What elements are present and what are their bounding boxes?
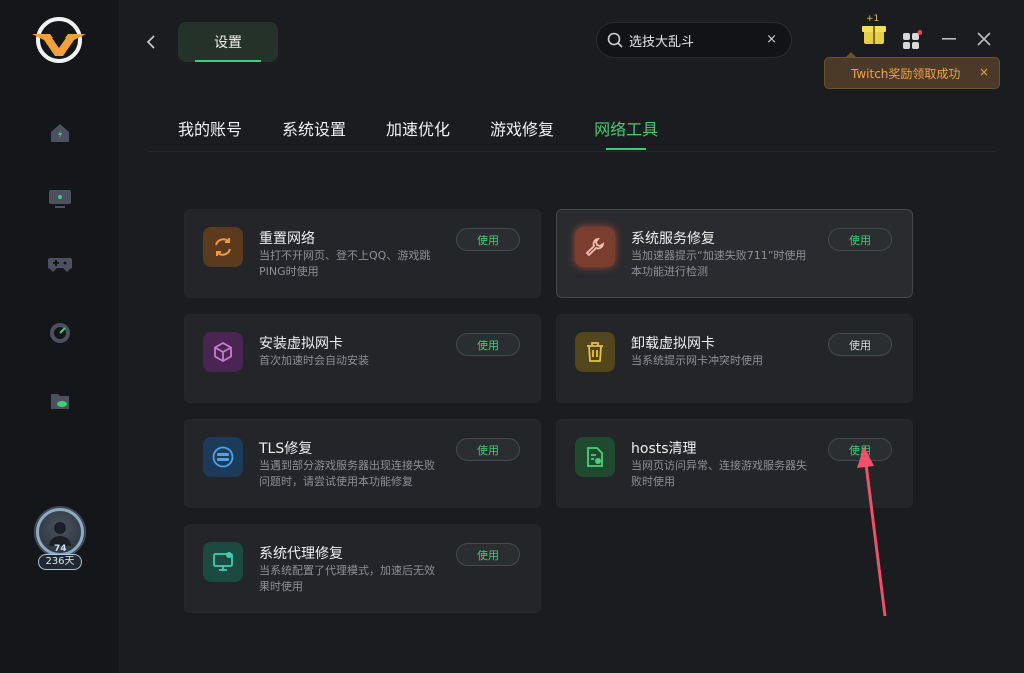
use-button-system-service-repair[interactable]: 使用 <box>828 228 892 251</box>
minimize-button[interactable] <box>940 30 958 48</box>
tool-description: 当遇到部分游戏服务器出现连接失败问题时，请尝试使用本功能修复 <box>259 459 435 488</box>
use-button-system-proxy-repair[interactable]: 使用 <box>456 543 520 566</box>
monitor-icon <box>203 542 243 582</box>
toast-message: Twitch奖励领取成功 <box>851 66 961 81</box>
member-days-badge: 236天 <box>38 554 82 570</box>
minimize-icon <box>942 38 956 40</box>
close-icon <box>977 32 991 46</box>
tool-description: 当打不开网页、登不上QQ、游戏跳PING时使用 <box>259 249 431 278</box>
tool-card-tls-repair: TLS修复 当遇到部分游戏服务器出现连接失败问题时，请尝试使用本功能修复 使用 <box>184 419 541 508</box>
app-logo <box>32 17 86 63</box>
search-input[interactable] <box>629 32 759 48</box>
back-button[interactable] <box>140 30 162 54</box>
sidebar: 74 236天 <box>0 0 119 673</box>
tab-game-repair[interactable]: 游戏修复 <box>490 116 554 150</box>
tab-acceleration-optimize[interactable]: 加速优化 <box>386 116 450 150</box>
tool-description: 当加速器提示“加速失败711”时使用本功能进行检测 <box>631 249 807 278</box>
clear-search-button[interactable]: × <box>766 32 777 47</box>
file-clean-icon <box>575 437 615 477</box>
chevron-left-icon <box>146 35 155 49</box>
toast-close-button[interactable]: × <box>979 65 989 79</box>
settings-tabs: 我的账号 系统设置 加速优化 游戏修复 网络工具 <box>178 116 698 150</box>
tab-network-tools[interactable]: 网络工具 <box>594 116 658 150</box>
nav-games-icon[interactable] <box>47 252 73 278</box>
nav-speedtest-icon[interactable] <box>47 320 73 346</box>
nav-cloud-storage-icon[interactable] <box>47 388 73 414</box>
tool-description: 当系统配置了代理模式，加速后无效果时使用 <box>259 564 435 593</box>
tabs-divider <box>148 151 996 152</box>
tls-icon <box>203 437 243 477</box>
tool-title: hosts清理 <box>631 441 697 457</box>
trash-icon <box>575 332 615 372</box>
use-button-tls-repair[interactable]: 使用 <box>456 438 520 461</box>
use-button-reset-network[interactable]: 使用 <box>456 228 520 251</box>
refresh-icon <box>203 227 243 267</box>
gift-reward-icon[interactable] <box>860 16 888 48</box>
apps-grid-icon[interactable] <box>902 30 922 50</box>
nav-home-icon[interactable] <box>47 120 73 146</box>
tool-title: TLS修复 <box>259 441 313 457</box>
wrench-icon <box>575 227 615 267</box>
close-window-button[interactable] <box>975 30 993 48</box>
cube-icon <box>203 332 243 372</box>
tool-description: 当网页访问异常、连接游戏服务器失败时使用 <box>631 459 807 488</box>
user-avatar-block[interactable]: 74 236天 <box>34 506 86 572</box>
user-level: 74 <box>54 544 67 554</box>
tool-title: 系统服务修复 <box>631 231 715 247</box>
use-button-install-virtual-nic[interactable]: 使用 <box>456 333 520 356</box>
tool-card-hosts-clean: hosts清理 当网页访问异常、连接游戏服务器失败时使用 使用 <box>556 419 913 508</box>
user-silhouette-icon <box>49 522 71 546</box>
tool-card-reset-network: 重置网络 当打不开网页、登不上QQ、游戏跳PING时使用 使用 <box>184 209 541 298</box>
use-button-uninstall-virtual-nic[interactable]: 使用 <box>828 333 892 356</box>
tool-card-uninstall-virtual-nic: 卸载虚拟网卡 当系统提示网卡冲突时使用 使用 <box>556 314 913 403</box>
tab-system-settings[interactable]: 系统设置 <box>282 116 346 150</box>
tool-title: 重置网络 <box>259 231 315 247</box>
tool-description: 当系统提示网卡冲突时使用 <box>631 354 763 367</box>
use-button-hosts-clean[interactable]: 使用 <box>828 438 892 461</box>
tool-title: 卸载虚拟网卡 <box>631 336 715 352</box>
nav-accelerate-icon[interactable] <box>47 186 73 212</box>
search-icon <box>607 32 623 48</box>
tool-card-system-proxy-repair: 系统代理修复 当系统配置了代理模式，加速后无效果时使用 使用 <box>184 524 541 613</box>
tool-title: 安装虚拟网卡 <box>259 336 343 352</box>
tool-card-install-virtual-nic: 安装虚拟网卡 首次加速时会自动安装 使用 <box>184 314 541 403</box>
tool-description: 首次加速时会自动安装 <box>259 354 369 367</box>
reward-toast: Twitch奖励领取成功 × <box>824 52 1000 89</box>
tool-card-system-service-repair: 系统服务修复 当加速器提示“加速失败711”时使用本功能进行检测 使用 <box>556 209 913 298</box>
tab-my-account[interactable]: 我的账号 <box>178 116 242 150</box>
tool-title: 系统代理修复 <box>259 546 343 562</box>
settings-page-tab[interactable]: 设置 <box>178 22 278 62</box>
search-box[interactable]: × <box>596 22 792 58</box>
